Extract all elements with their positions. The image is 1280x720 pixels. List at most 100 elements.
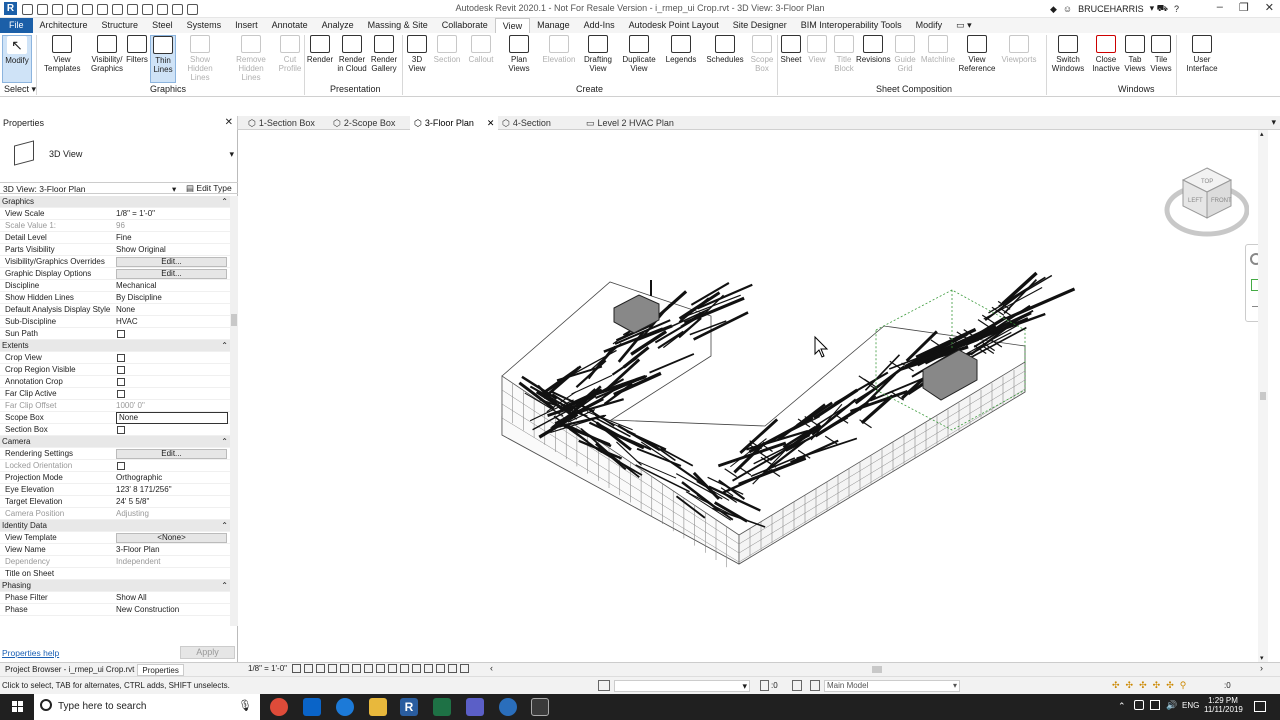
property-value[interactable]: Fine [116, 232, 228, 244]
property-value[interactable]: By Discipline [116, 292, 228, 304]
property-row[interactable]: Detail Level Fine [0, 232, 230, 244]
property-group-header[interactable]: Phasing ⌃ [0, 580, 230, 592]
tab-annotate[interactable]: Annotate [265, 18, 315, 33]
tab-steel[interactable]: Steel [145, 18, 180, 33]
drafting-view-button[interactable]: Drafting View [580, 35, 616, 83]
property-row[interactable]: Scope Box None [0, 412, 230, 424]
render-in-cloud-button[interactable]: Render in Cloud [336, 35, 368, 83]
3d-view-button[interactable]: 3D View [404, 35, 430, 83]
property-row[interactable]: Far Clip Offset 1000' 0" [0, 400, 230, 412]
tab-autodesk-point-layout[interactable]: Autodesk Point Layout [622, 18, 726, 33]
building-model[interactable] [501, 271, 1076, 568]
property-value-field[interactable]: None [116, 412, 228, 424]
taskbar-search[interactable]: Type here to search 🎙 [34, 694, 260, 720]
tab-site-designer[interactable]: Site Designer [726, 18, 794, 33]
property-group-header[interactable]: Extents ⌃ [0, 340, 230, 352]
skype-icon[interactable] [499, 698, 517, 716]
reveal-hidden-icon[interactable] [400, 664, 409, 673]
property-row[interactable]: Dependency Independent [0, 556, 230, 568]
close-inactive-button[interactable]: Close Inactive [1088, 35, 1124, 83]
property-row[interactable]: Projection Mode Orthographic [0, 472, 230, 484]
sun-path-icon[interactable] [316, 664, 325, 673]
tab-1-section-box[interactable]: ⬡ 1-Section Box [244, 116, 319, 130]
render-gallery-button[interactable]: Render Gallery [368, 35, 400, 83]
plan-views-button[interactable]: Plan Views [504, 35, 534, 83]
tab-insert[interactable]: Insert [228, 18, 265, 33]
tab-systems[interactable]: Systems [180, 18, 229, 33]
property-row[interactable]: Parts Visibility Show Original [0, 244, 230, 256]
tab-manage[interactable]: Manage [530, 18, 577, 33]
property-checkbox[interactable] [117, 354, 125, 362]
group-select[interactable]: Select ▾ [4, 84, 36, 95]
tab-view[interactable]: View [494, 18, 531, 33]
cart-icon[interactable]: ▾ ⛟ [1150, 3, 1168, 15]
detail-level-icon[interactable] [292, 664, 301, 673]
maximize-icon[interactable]: ❐ [1239, 1, 1249, 14]
design-option-dropdown[interactable]: Main Model ▾ [824, 680, 960, 692]
excel-icon[interactable] [433, 698, 451, 716]
scrollbar-thumb[interactable] [1260, 392, 1266, 400]
clock[interactable]: 1:29 PM 11/11/2019 [1204, 696, 1243, 714]
property-row[interactable]: Annotation Crop [0, 376, 230, 388]
property-row[interactable]: Target Elevation 24' 5 5/8" [0, 496, 230, 508]
drag-elements-icon[interactable]: ✣ [1166, 680, 1174, 691]
property-row[interactable]: Eye Elevation 123' 8 171/256" [0, 484, 230, 496]
properties-help-link[interactable]: Properties help [2, 648, 59, 658]
volume-icon[interactable]: 🔊 [1166, 700, 1177, 711]
guide-grid-button[interactable]: Guide Grid [892, 35, 918, 83]
shadows-icon[interactable] [328, 664, 337, 673]
tab-modify[interactable]: Modify [909, 18, 950, 33]
property-edit-button[interactable]: Edit... [116, 449, 227, 459]
tab-4-section[interactable]: ⬡ 4-Section [498, 116, 555, 130]
modify-button[interactable]: ↖ Modify [2, 35, 32, 83]
property-value[interactable]: Independent [116, 556, 228, 568]
view-cube[interactable]: TOP LEFT FRONT [1163, 160, 1250, 240]
collapse-group-icon[interactable]: ⌃ [221, 340, 228, 352]
temporary-view-properties-icon[interactable] [412, 664, 421, 673]
scroll-left-icon[interactable]: ‹ [490, 663, 493, 673]
scroll-down-icon[interactable]: ▾ [1260, 654, 1264, 662]
property-row[interactable]: Section Box [0, 424, 230, 436]
close-icon[interactable]: ✕ [225, 117, 233, 128]
3d-model-view[interactable] [239, 130, 1268, 662]
tab-collaborate[interactable]: Collaborate [435, 18, 495, 33]
tab-analyze[interactable]: Analyze [315, 18, 361, 33]
property-value[interactable]: 24' 5 5/8" [116, 496, 228, 508]
property-value[interactable]: Adjusting [116, 508, 228, 520]
view-templates-button[interactable]: View Templates [44, 35, 80, 83]
schedules-button[interactable]: Schedules [704, 35, 746, 83]
edge-icon[interactable] [336, 698, 354, 716]
teams-icon[interactable] [466, 698, 484, 716]
apply-button[interactable]: Apply [180, 646, 235, 659]
horizontal-scrollbar-thumb[interactable] [872, 666, 882, 673]
view-placement-button[interactable]: View [806, 35, 828, 83]
property-checkbox[interactable] [117, 390, 125, 398]
property-row[interactable]: View Scale 1/8" = 1'-0" [0, 208, 230, 220]
tab-massing-site[interactable]: Massing & Site [361, 18, 435, 33]
property-value[interactable]: 1/8" = 1'-0" [116, 208, 228, 220]
view-reference-button[interactable]: View Reference [958, 35, 996, 83]
property-row[interactable]: Scale Value 1: 96 [0, 220, 230, 232]
property-value[interactable]: 1000' 0" [116, 400, 228, 412]
help-icon[interactable]: ? [1174, 4, 1179, 14]
property-row[interactable]: Crop Region Visible [0, 364, 230, 376]
tab-views-button[interactable]: Tab Views [1122, 35, 1148, 83]
select-links-icon[interactable]: ✣ [1112, 680, 1120, 691]
tab-architecture[interactable]: Architecture [33, 18, 95, 33]
property-value[interactable]: None [116, 304, 228, 316]
tray-overflow-icon[interactable]: ⌃ [1118, 701, 1126, 712]
visibility-graphics-button[interactable]: Visibility/ Graphics [88, 35, 126, 83]
property-row[interactable]: View Name 3-Floor Plan [0, 544, 230, 556]
user-interface-button[interactable]: User Interface [1182, 35, 1222, 83]
property-row[interactable]: Visibility/Graphics Overrides Edit... [0, 256, 230, 268]
property-value[interactable]: Show All [116, 592, 228, 604]
duplicate-view-button[interactable]: Duplicate View [620, 35, 658, 83]
select-by-face-icon[interactable]: ✣ [1153, 680, 1161, 691]
property-row[interactable]: Graphic Display Options Edit... [0, 268, 230, 280]
scrollbar[interactable] [230, 196, 238, 626]
type-selector[interactable]: 3D View ▾ [2, 133, 236, 177]
network-icon[interactable] [1134, 700, 1144, 710]
vertical-scrollbar[interactable]: ▴ ▾ [1258, 130, 1268, 662]
worksharing-display-icon[interactable] [460, 664, 469, 673]
render-dialog-icon[interactable] [340, 664, 349, 673]
